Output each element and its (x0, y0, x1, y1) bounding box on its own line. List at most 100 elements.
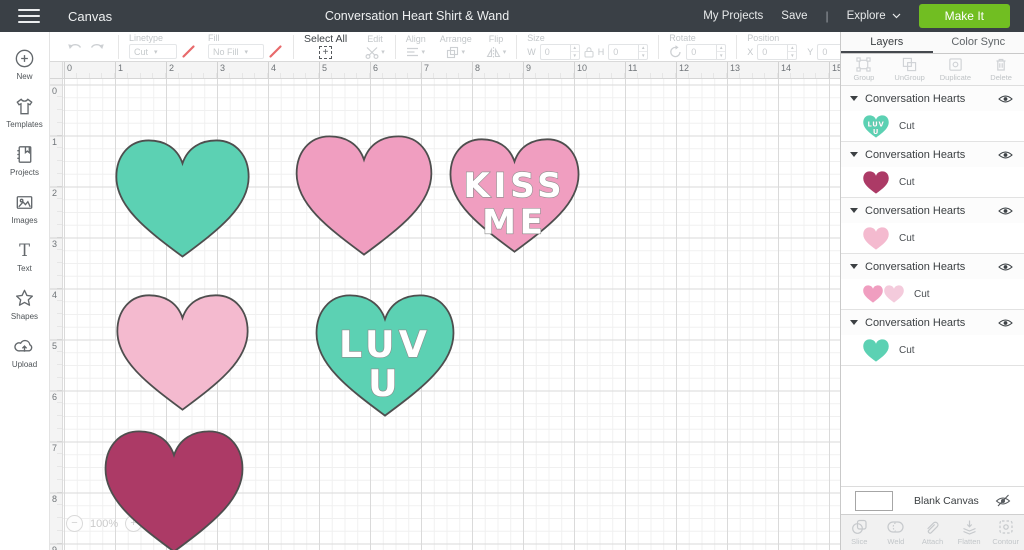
layer-group-header[interactable]: Conversation Hearts (841, 310, 1024, 335)
fill-dropdown[interactable]: No Fill (208, 44, 264, 59)
visibility-eye-icon[interactable] (998, 262, 1013, 272)
collapse-caret-icon[interactable] (850, 96, 858, 101)
layer-group-title: Conversation Hearts (865, 317, 998, 329)
arrange-icon (446, 46, 459, 59)
vertical-ruler: 0123456789 (50, 79, 63, 550)
layer-group-header[interactable]: Conversation Hearts (841, 254, 1024, 279)
h-ruler-number: 13 (730, 63, 740, 73)
width-stepper[interactable] (570, 45, 579, 59)
align-label: Align (406, 35, 426, 44)
layer-row[interactable]: Cut (841, 335, 1024, 365)
slice-button[interactable]: Slice (841, 515, 878, 550)
x-stepper[interactable] (787, 45, 796, 59)
canvas-nav-label[interactable]: Canvas (68, 9, 112, 24)
h-ruler-number: 11 (628, 63, 637, 73)
group-button[interactable]: Group (841, 54, 887, 85)
lock-icon[interactable] (584, 46, 594, 58)
delete-button[interactable]: Delete (978, 54, 1024, 85)
eye-off-icon[interactable] (995, 494, 1011, 507)
rotate-input[interactable]: 0 (686, 44, 726, 60)
horizontal-ruler: 0123456789101112131415 (63, 62, 840, 79)
tshirt-icon (13, 95, 36, 118)
sidebar-item-shapes[interactable]: Shapes (0, 280, 49, 328)
attach-label: Attach (922, 537, 943, 546)
explore-menu[interactable]: Explore (847, 10, 901, 22)
make-it-button[interactable]: Make It (919, 4, 1010, 28)
x-input[interactable]: 0 (757, 44, 797, 60)
redo-button[interactable] (86, 37, 108, 57)
visibility-eye-icon[interactable] (998, 150, 1013, 160)
design-canvas[interactable]: 0123456789101112131415 0123456789 100% K… (50, 62, 840, 550)
menu-icon[interactable] (18, 9, 40, 23)
v-ruler-number: 2 (52, 188, 57, 198)
edit-toolbar: Linetype Cut Fill No Fill Select All Edi… (50, 32, 840, 62)
tab-layers[interactable]: Layers (841, 32, 933, 53)
pink-heart[interactable] (295, 135, 433, 256)
size-group: Size W 0 H 0 (527, 34, 648, 60)
my-projects-link[interactable]: My Projects (703, 10, 763, 22)
tab-color-sync[interactable]: Color Sync (933, 32, 1024, 53)
height-input[interactable]: 0 (608, 44, 648, 60)
chevron-down-icon (892, 13, 901, 19)
layer-row[interactable]: Cut (841, 223, 1024, 253)
layer-row[interactable]: Cut (841, 279, 1024, 309)
v-ruler-number: 6 (52, 392, 57, 402)
heart-text: LUV (339, 323, 431, 366)
group-icon (856, 57, 871, 72)
flip-icon (486, 46, 501, 58)
combine-actions-bar: Slice Weld Attach Flatten Contour (841, 514, 1024, 550)
select-all-button[interactable]: Select All (304, 34, 347, 59)
luv-u-heart[interactable]: LUVU (315, 294, 455, 417)
sidebar-item-projects[interactable]: Projects (0, 136, 49, 184)
rotate-stepper[interactable] (716, 45, 725, 59)
duplicate-button[interactable]: Duplicate (933, 54, 979, 85)
collapse-caret-icon[interactable] (850, 264, 858, 269)
layer-row[interactable]: LUVUCut (841, 111, 1024, 141)
heart-text: LUV (867, 120, 884, 128)
align-menu[interactable]: Align (406, 35, 426, 58)
save-link[interactable]: Save (781, 10, 807, 22)
kiss-me-heart[interactable]: KISSME (449, 138, 580, 253)
width-input[interactable]: 0 (540, 44, 580, 60)
linetype-dropdown[interactable]: Cut (129, 44, 177, 59)
ungroup-button[interactable]: UnGroup (887, 54, 933, 85)
layer-group-header[interactable]: Conversation Hearts (841, 198, 1024, 223)
contour-button[interactable]: Contour (987, 515, 1024, 550)
magenta-heart[interactable] (104, 430, 244, 550)
collapse-caret-icon[interactable] (850, 320, 858, 325)
teal-heart[interactable] (115, 139, 250, 258)
flatten-button[interactable]: Flatten (951, 515, 988, 550)
sidebar-item-upload[interactable]: Upload (0, 328, 49, 376)
layer-group-header[interactable]: Conversation Hearts (841, 142, 1024, 167)
blank-canvas-row[interactable]: Blank Canvas (841, 486, 1024, 514)
collapse-caret-icon[interactable] (850, 152, 858, 157)
select-all-label: Select All (304, 34, 347, 44)
visibility-eye-icon[interactable] (998, 94, 1013, 104)
weld-button[interactable]: Weld (878, 515, 915, 550)
light-pink-heart[interactable] (116, 294, 249, 411)
layer-row[interactable]: Cut (841, 167, 1024, 197)
fill-color-swatch[interactable] (268, 44, 283, 59)
v-ruler-number: 7 (52, 443, 57, 453)
visibility-eye-icon[interactable] (998, 318, 1013, 328)
layer-group: Conversation HeartsLUVUCut (841, 86, 1024, 142)
flip-menu[interactable]: Flip (486, 35, 507, 58)
layer-group-header[interactable]: Conversation Hearts (841, 86, 1024, 111)
linetype-color-swatch[interactable] (181, 44, 196, 59)
ruler-corner (50, 62, 63, 79)
sidebar-item-images[interactable]: Images (0, 184, 49, 232)
height-stepper[interactable] (638, 45, 647, 59)
arrange-menu[interactable]: Arrange (440, 35, 472, 59)
undo-button[interactable] (64, 37, 86, 57)
edit-menu[interactable]: Edit (365, 35, 385, 59)
h-ruler-number: 7 (424, 63, 429, 73)
group-label: Group (853, 73, 874, 82)
size-label: Size (527, 34, 648, 43)
attach-button[interactable]: Attach (914, 515, 951, 550)
sidebar-item-templates[interactable]: Templates (0, 88, 49, 136)
sidebar-item-new[interactable]: New (0, 40, 49, 88)
duplicate-icon (948, 57, 963, 72)
visibility-eye-icon[interactable] (998, 206, 1013, 216)
sidebar-item-text[interactable]: T Text (0, 232, 49, 280)
collapse-caret-icon[interactable] (850, 208, 858, 213)
